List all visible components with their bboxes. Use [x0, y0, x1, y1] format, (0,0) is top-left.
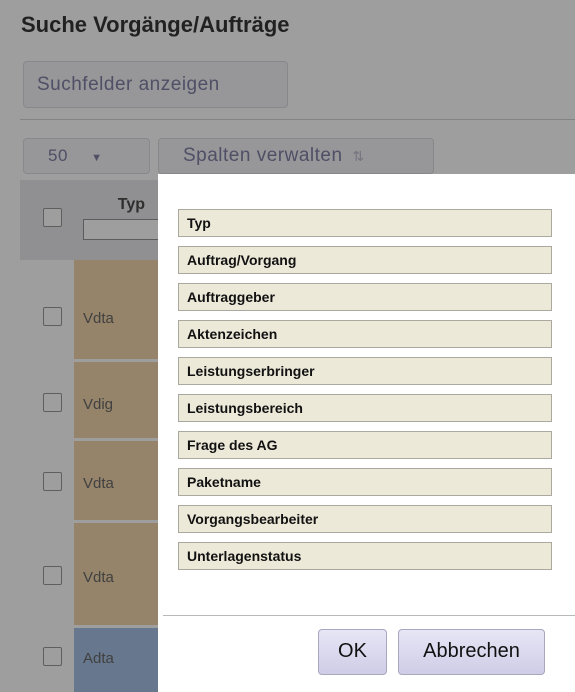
column-item-auftraggeber[interactable]: Auftraggeber	[178, 283, 552, 311]
column-item-paketname[interactable]: Paketname	[178, 468, 552, 496]
dialog-divider	[163, 615, 575, 616]
column-item-auftrag-vorgang[interactable]: Auftrag/Vorgang	[178, 246, 552, 274]
column-item-leistungsbereich[interactable]: Leistungsbereich	[178, 394, 552, 422]
column-list: Typ Auftrag/Vorgang Auftraggeber Aktenze…	[178, 209, 552, 579]
column-item-typ[interactable]: Typ	[178, 209, 552, 237]
column-item-unterlagenstatus[interactable]: Unterlagenstatus	[178, 542, 552, 570]
cancel-button[interactable]: Abbrechen	[398, 629, 545, 675]
manage-columns-dialog: Typ Auftrag/Vorgang Auftraggeber Aktenze…	[158, 174, 575, 692]
column-item-vorgangsbearbeiter[interactable]: Vorgangsbearbeiter	[178, 505, 552, 533]
column-item-leistungserbringer[interactable]: Leistungserbringer	[178, 357, 552, 385]
ok-button[interactable]: OK	[318, 629, 387, 675]
column-item-aktenzeichen[interactable]: Aktenzeichen	[178, 320, 552, 348]
column-item-frage-des-ag[interactable]: Frage des AG	[178, 431, 552, 459]
